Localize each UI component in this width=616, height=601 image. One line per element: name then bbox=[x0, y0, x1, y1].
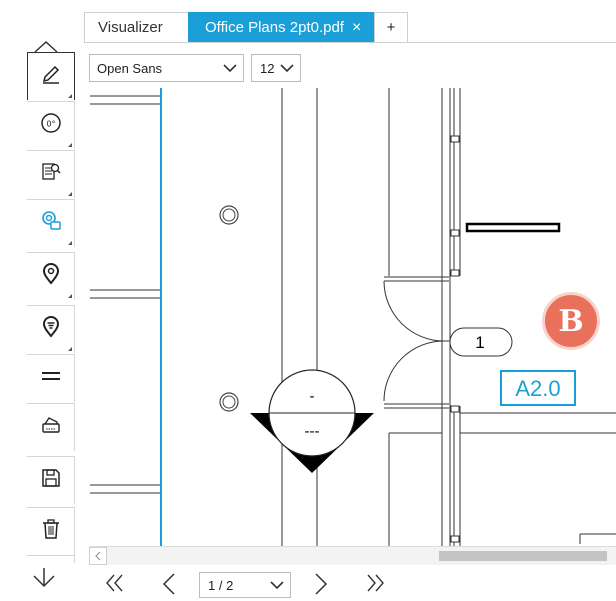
layers-icon bbox=[40, 365, 62, 392]
chevron-left-icon bbox=[95, 551, 101, 561]
horizontal-scrollbar[interactable] bbox=[89, 546, 616, 565]
submenu-indicator bbox=[68, 241, 72, 245]
badge-letter: B bbox=[558, 303, 584, 339]
door-tag: 1 bbox=[475, 333, 484, 352]
section-symbol-top: - bbox=[310, 388, 315, 405]
next-page-button[interactable] bbox=[312, 572, 330, 601]
double-chevron-right-icon bbox=[367, 574, 384, 592]
dial-icon: 0° bbox=[40, 112, 62, 139]
tab-label: Visualizer bbox=[98, 19, 163, 36]
dial-label: 0° bbox=[46, 120, 55, 129]
submenu-indicator bbox=[68, 143, 72, 147]
delete-button[interactable] bbox=[27, 507, 75, 555]
rotate-tool-button[interactable]: 0° bbox=[27, 101, 75, 149]
chevron-down-icon bbox=[223, 62, 237, 77]
location-search-icon bbox=[40, 210, 62, 237]
sheet-label: A2.0 bbox=[515, 376, 560, 401]
tab-label: Office Plans 2pt0.pdf bbox=[205, 19, 344, 36]
previous-page-button[interactable] bbox=[160, 572, 178, 601]
lamp-pin-icon bbox=[40, 316, 62, 343]
page-select[interactable]: 1 / 2 bbox=[199, 572, 291, 598]
chevron-down-icon bbox=[270, 579, 284, 594]
submenu-indicator bbox=[68, 192, 72, 196]
tab-divider bbox=[84, 42, 616, 43]
floor-plan-drawing: - --- 1 A2.0 bbox=[90, 88, 616, 546]
pencil-icon bbox=[40, 63, 62, 90]
submenu-indicator bbox=[68, 294, 72, 298]
font-family-select[interactable]: Open Sans bbox=[89, 54, 244, 82]
new-tab-button[interactable]: + bbox=[374, 12, 408, 42]
chevron-right-icon bbox=[315, 573, 328, 595]
map-pin-button[interactable] bbox=[27, 252, 75, 300]
printer-icon bbox=[40, 414, 62, 441]
trash-icon bbox=[40, 518, 62, 545]
toolbar-divider bbox=[27, 555, 75, 563]
double-chevron-left-icon bbox=[106, 574, 123, 592]
last-page-button[interactable] bbox=[364, 572, 386, 599]
close-icon[interactable]: × bbox=[352, 19, 361, 37]
chevron-left-icon bbox=[162, 573, 175, 595]
location-search-button[interactable] bbox=[27, 199, 75, 247]
font-size-value: 12 bbox=[260, 60, 275, 76]
section-symbol-bottom: --- bbox=[305, 423, 320, 440]
chevron-down-icon bbox=[280, 62, 294, 77]
scroll-left-button[interactable] bbox=[89, 547, 107, 565]
map-pin-icon bbox=[40, 263, 62, 290]
annotation-badge[interactable]: B bbox=[542, 292, 600, 350]
submenu-indicator bbox=[68, 347, 72, 351]
pencil-tool-button[interactable] bbox=[27, 52, 75, 100]
document-search-icon bbox=[40, 161, 62, 188]
tab-visualizer[interactable]: Visualizer bbox=[84, 12, 189, 42]
layers-button[interactable] bbox=[27, 354, 75, 402]
chevron-down-icon[interactable] bbox=[32, 566, 56, 595]
scrollbar-thumb[interactable] bbox=[439, 551, 607, 561]
font-family-value: Open Sans bbox=[97, 60, 163, 76]
submenu-indicator bbox=[68, 94, 72, 98]
plus-icon: + bbox=[386, 19, 396, 36]
tab-office-plans[interactable]: Office Plans 2pt0.pdf × bbox=[188, 12, 374, 42]
document-search-button[interactable] bbox=[27, 150, 75, 198]
pdf-canvas[interactable]: - --- 1 A2.0 bbox=[84, 88, 616, 546]
save-icon bbox=[40, 467, 62, 494]
print-button[interactable] bbox=[27, 403, 75, 451]
lamp-pin-button[interactable] bbox=[27, 305, 75, 353]
page-value: 1 / 2 bbox=[208, 577, 234, 593]
save-button[interactable] bbox=[27, 456, 75, 504]
font-size-select[interactable]: 12 bbox=[251, 54, 301, 82]
first-page-button[interactable] bbox=[104, 572, 126, 599]
